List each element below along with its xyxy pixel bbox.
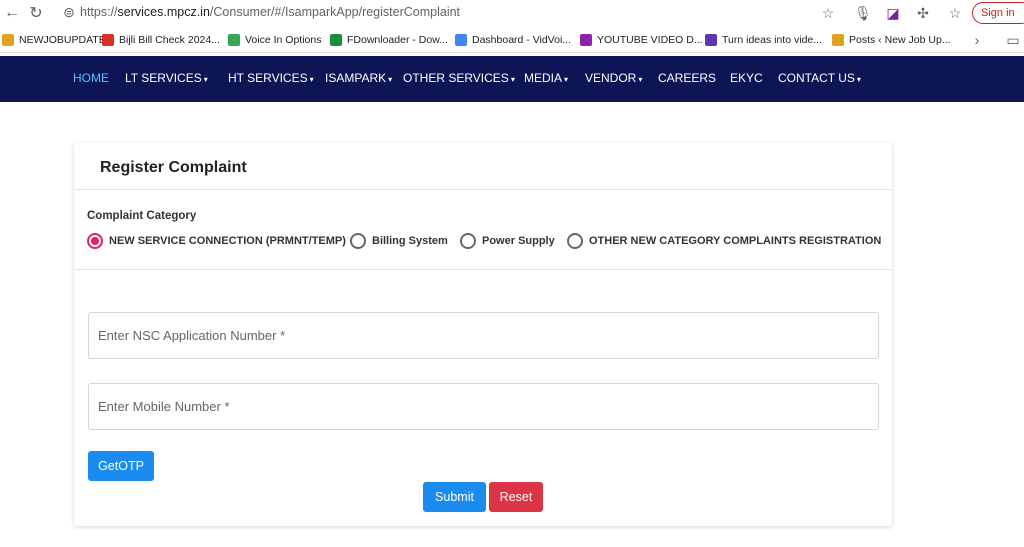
bookmarks-bar: NEWJOBUPDATE Bijli Bill Check 2024... Vo… bbox=[0, 27, 1024, 53]
radio-label: NEW SERVICE CONNECTION (PRMNT/TEMP) bbox=[109, 235, 346, 247]
browser-address-bar: ← ↻ ⊜ https://services.mpcz.in/Consumer/… bbox=[0, 0, 1024, 26]
site-info-icon[interactable]: ⊜ bbox=[60, 3, 78, 21]
caret-down-icon: ▾ bbox=[309, 75, 314, 84]
nsc-application-number-field[interactable] bbox=[88, 312, 879, 359]
nav-vendor[interactable]: VENDOR ▾ bbox=[585, 71, 642, 85]
complaint-category-label: Complaint Category bbox=[87, 210, 197, 222]
nav-careers[interactable]: CAREERS bbox=[658, 71, 716, 85]
radio-label: Billing System bbox=[372, 235, 448, 247]
nav-isampark[interactable]: ISAMPARK ▾ bbox=[325, 71, 392, 85]
radio-label: Power Supply bbox=[482, 235, 555, 247]
favorites-icon[interactable]: ☆ bbox=[946, 4, 964, 22]
bookmark-favicon-icon bbox=[832, 34, 844, 46]
bookmark-favicon-icon bbox=[228, 34, 240, 46]
nav-home[interactable]: HOME bbox=[73, 71, 109, 85]
bookmark-item[interactable]: Voice In Options bbox=[228, 31, 321, 49]
sign-in-button[interactable]: Sign in bbox=[972, 2, 1024, 24]
bookmark-favicon-icon bbox=[455, 34, 467, 46]
radio-other-new-category[interactable]: OTHER NEW CATEGORY COMPLAINTS REGISTRATI… bbox=[567, 232, 881, 250]
nav-ht-services[interactable]: HT SERVICES ▾ bbox=[228, 71, 314, 85]
reload-icon[interactable]: ↻ bbox=[26, 3, 46, 23]
radio-power-supply[interactable]: Power Supply bbox=[460, 232, 555, 250]
caret-down-icon: ▾ bbox=[510, 75, 515, 84]
radio-billing-system[interactable]: Billing System bbox=[350, 232, 448, 250]
nav-ekyc[interactable]: EKYC bbox=[730, 71, 763, 85]
microphone-icon[interactable]: 🎙 bbox=[854, 4, 872, 22]
back-icon[interactable]: ← bbox=[2, 3, 22, 23]
bookmark-favicon-icon bbox=[2, 34, 14, 46]
bookmark-item[interactable]: FDownloader - Dow... bbox=[330, 31, 448, 49]
submit-button[interactable]: Submit bbox=[423, 482, 486, 512]
bookmark-favicon-icon bbox=[330, 34, 342, 46]
extension-a-icon[interactable]: ◪ bbox=[884, 4, 902, 22]
radio-new-service-connection[interactable]: NEW SERVICE CONNECTION (PRMNT/TEMP) bbox=[87, 232, 346, 250]
nsc-application-number-input[interactable] bbox=[89, 313, 878, 358]
divider bbox=[74, 189, 892, 190]
bookmark-item[interactable]: Bijli Bill Check 2024... bbox=[102, 31, 220, 49]
bookmark-favicon-icon bbox=[102, 34, 114, 46]
url-field[interactable]: ⊜ https://services.mpcz.in/Consumer/#/Is… bbox=[54, 1, 842, 23]
bookmark-item[interactable]: Posts ‹ New Job Up... bbox=[832, 31, 951, 49]
register-complaint-card: Register Complaint Complaint Category NE… bbox=[74, 143, 892, 526]
bookmark-favicon-icon bbox=[580, 34, 592, 46]
nav-other-services[interactable]: OTHER SERVICES ▾ bbox=[403, 71, 515, 85]
mobile-number-input[interactable] bbox=[89, 384, 878, 429]
radio-unchecked-icon bbox=[567, 233, 583, 249]
caret-down-icon: ▾ bbox=[856, 75, 861, 84]
bookmark-item[interactable]: Turn ideas into vide... bbox=[705, 31, 822, 49]
caret-down-icon: ▾ bbox=[638, 75, 643, 84]
caret-down-icon: ▾ bbox=[388, 75, 393, 84]
bookmark-item[interactable]: YOUTUBE VIDEO D... bbox=[580, 31, 703, 49]
bookmark-favicon-icon bbox=[705, 34, 717, 46]
reset-button[interactable]: Reset bbox=[489, 482, 543, 512]
mobile-number-field[interactable] bbox=[88, 383, 879, 430]
get-otp-button[interactable]: GetOTP bbox=[88, 451, 154, 481]
url-text: https://services.mpcz.in/Consumer/#/Isam… bbox=[80, 5, 461, 19]
nav-contact-us[interactable]: CONTACT US ▾ bbox=[778, 71, 861, 85]
site-navbar: HOME LT SERVICES ▾ HT SERVICES ▾ ISAMPARK ▾… bbox=[0, 56, 1024, 102]
divider bbox=[74, 269, 892, 270]
bookmark-item[interactable]: Dashboard - VidVoi... bbox=[455, 31, 571, 49]
radio-unchecked-icon bbox=[460, 233, 476, 249]
nav-lt-services[interactable]: LT SERVICES ▾ bbox=[125, 71, 208, 85]
caret-down-icon: ▾ bbox=[203, 75, 208, 84]
bookmark-item[interactable]: NEWJOBUPDATE bbox=[2, 31, 106, 49]
chevron-right-icon[interactable]: › bbox=[968, 31, 986, 49]
extensions-puzzle-icon[interactable]: ✣ bbox=[914, 4, 932, 22]
radio-label: OTHER NEW CATEGORY COMPLAINTS REGISTRATI… bbox=[589, 235, 882, 247]
radio-unchecked-icon bbox=[350, 233, 366, 249]
bookmark-star-icon[interactable]: ☆ bbox=[819, 4, 837, 22]
page-title: Register Complaint bbox=[100, 159, 247, 176]
nav-media[interactable]: MEDIA ▾ bbox=[524, 71, 568, 85]
radio-checked-icon bbox=[87, 233, 103, 249]
folder-icon[interactable]: ▭ bbox=[1004, 31, 1022, 49]
caret-down-icon: ▾ bbox=[564, 75, 569, 84]
